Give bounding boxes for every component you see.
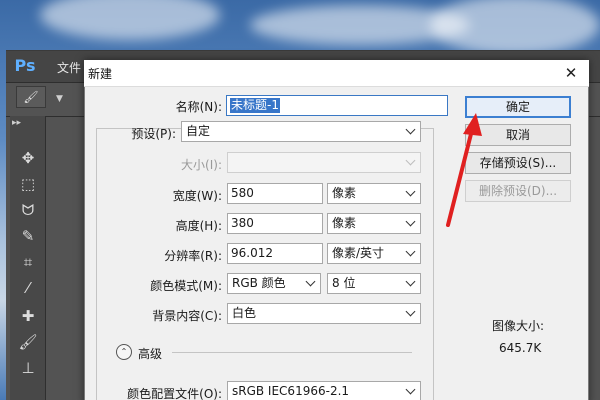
dialog-titlebar: [84, 60, 589, 87]
brush-preset-icon[interactable]: 🖌: [16, 86, 46, 108]
height-value: 380: [231, 216, 254, 230]
cloud: [40, 0, 220, 40]
name-value: 未标题-1: [230, 98, 280, 113]
color-profile-label: 颜色配置文件(O):: [127, 387, 222, 400]
resolution-value: 96.012: [231, 246, 273, 260]
name-input[interactable]: 未标题-1: [226, 95, 448, 116]
color-mode-value: RGB 颜色: [232, 276, 286, 290]
resolution-unit-select[interactable]: 像素/英寸: [327, 243, 421, 264]
width-label: 宽度(W):: [172, 189, 222, 203]
bit-depth-value: 8 位: [332, 276, 356, 290]
background-select[interactable]: 白色: [227, 303, 421, 324]
width-input[interactable]: 580: [227, 183, 323, 204]
marquee-icon[interactable]: ⬚: [16, 172, 40, 196]
quick-select-icon[interactable]: ✎: [16, 224, 40, 248]
resolution-label: 分辨率(R):: [164, 249, 222, 263]
menu-file[interactable]: 文件: [57, 59, 81, 76]
preset-value: 自定: [186, 124, 211, 138]
background-label: 背景内容(C):: [152, 309, 222, 323]
advanced-toggle-icon[interactable]: ⌃: [116, 344, 132, 360]
height-input[interactable]: 380: [227, 213, 323, 234]
chevron-down-icon: [405, 124, 416, 135]
resolution-unit-value: 像素/英寸: [332, 246, 385, 260]
chevron-down-icon: [305, 276, 316, 287]
photoshop-logo: Ps: [14, 56, 36, 75]
preset-select[interactable]: 自定: [181, 121, 421, 142]
height-unit-select[interactable]: 像素: [327, 213, 421, 234]
chevron-down-icon: [405, 155, 416, 166]
color-mode-select[interactable]: RGB 颜色: [227, 273, 321, 294]
close-icon[interactable]: ✕: [560, 62, 582, 84]
height-unit-value: 像素: [332, 216, 357, 230]
chevron-down-icon: [405, 276, 416, 287]
brush-icon[interactable]: 🖌: [16, 330, 40, 354]
chevron-down-icon: [405, 216, 416, 227]
preset-label: 预设(P):: [131, 127, 176, 141]
height-label: 高度(H):: [175, 219, 222, 233]
healing-icon[interactable]: ✚: [16, 304, 40, 328]
name-label: 名称(N):: [175, 100, 222, 114]
chevron-down-icon[interactable]: ▼: [56, 94, 63, 104]
dialog-title: 新建: [88, 67, 113, 81]
width-value: 580: [231, 186, 254, 200]
lasso-icon[interactable]: ᗢ: [16, 198, 40, 222]
size-label: 大小(I):: [181, 158, 222, 172]
resolution-input[interactable]: 96.012: [227, 243, 323, 264]
color-profile-value: sRGB IEC61966-2.1: [232, 384, 350, 398]
cloud: [430, 0, 600, 55]
image-size-label: 图像大小:: [492, 319, 545, 333]
width-unit-value: 像素: [332, 186, 357, 200]
chevron-down-icon: [405, 384, 416, 395]
ok-button[interactable]: 确定: [465, 96, 571, 118]
background-value: 白色: [232, 306, 257, 320]
bit-depth-select[interactable]: 8 位: [327, 273, 421, 294]
width-unit-select[interactable]: 像素: [327, 183, 421, 204]
crop-icon[interactable]: ⌗: [16, 250, 40, 274]
move-icon[interactable]: ✥: [16, 146, 40, 170]
save-preset-button[interactable]: 存储预设(S)...: [465, 152, 571, 174]
collapse-panel-icon[interactable]: ▸▸: [12, 118, 21, 128]
chevron-down-icon: [405, 306, 416, 317]
color-profile-select[interactable]: sRGB IEC61966-2.1: [227, 381, 421, 400]
color-mode-label: 颜色模式(M):: [150, 279, 222, 293]
stamp-icon[interactable]: ⊥: [16, 356, 40, 380]
advanced-divider: [172, 352, 412, 353]
cancel-button[interactable]: 取消: [465, 124, 571, 146]
chevron-down-icon: [405, 186, 416, 197]
delete-preset-button: 删除预设(D)...: [465, 180, 571, 202]
eyedropper-icon[interactable]: ⁄: [16, 276, 40, 300]
image-size-value: 645.7K: [499, 341, 542, 355]
size-select: [227, 152, 421, 173]
advanced-label[interactable]: 高级: [138, 345, 162, 362]
chevron-down-icon: [405, 246, 416, 257]
